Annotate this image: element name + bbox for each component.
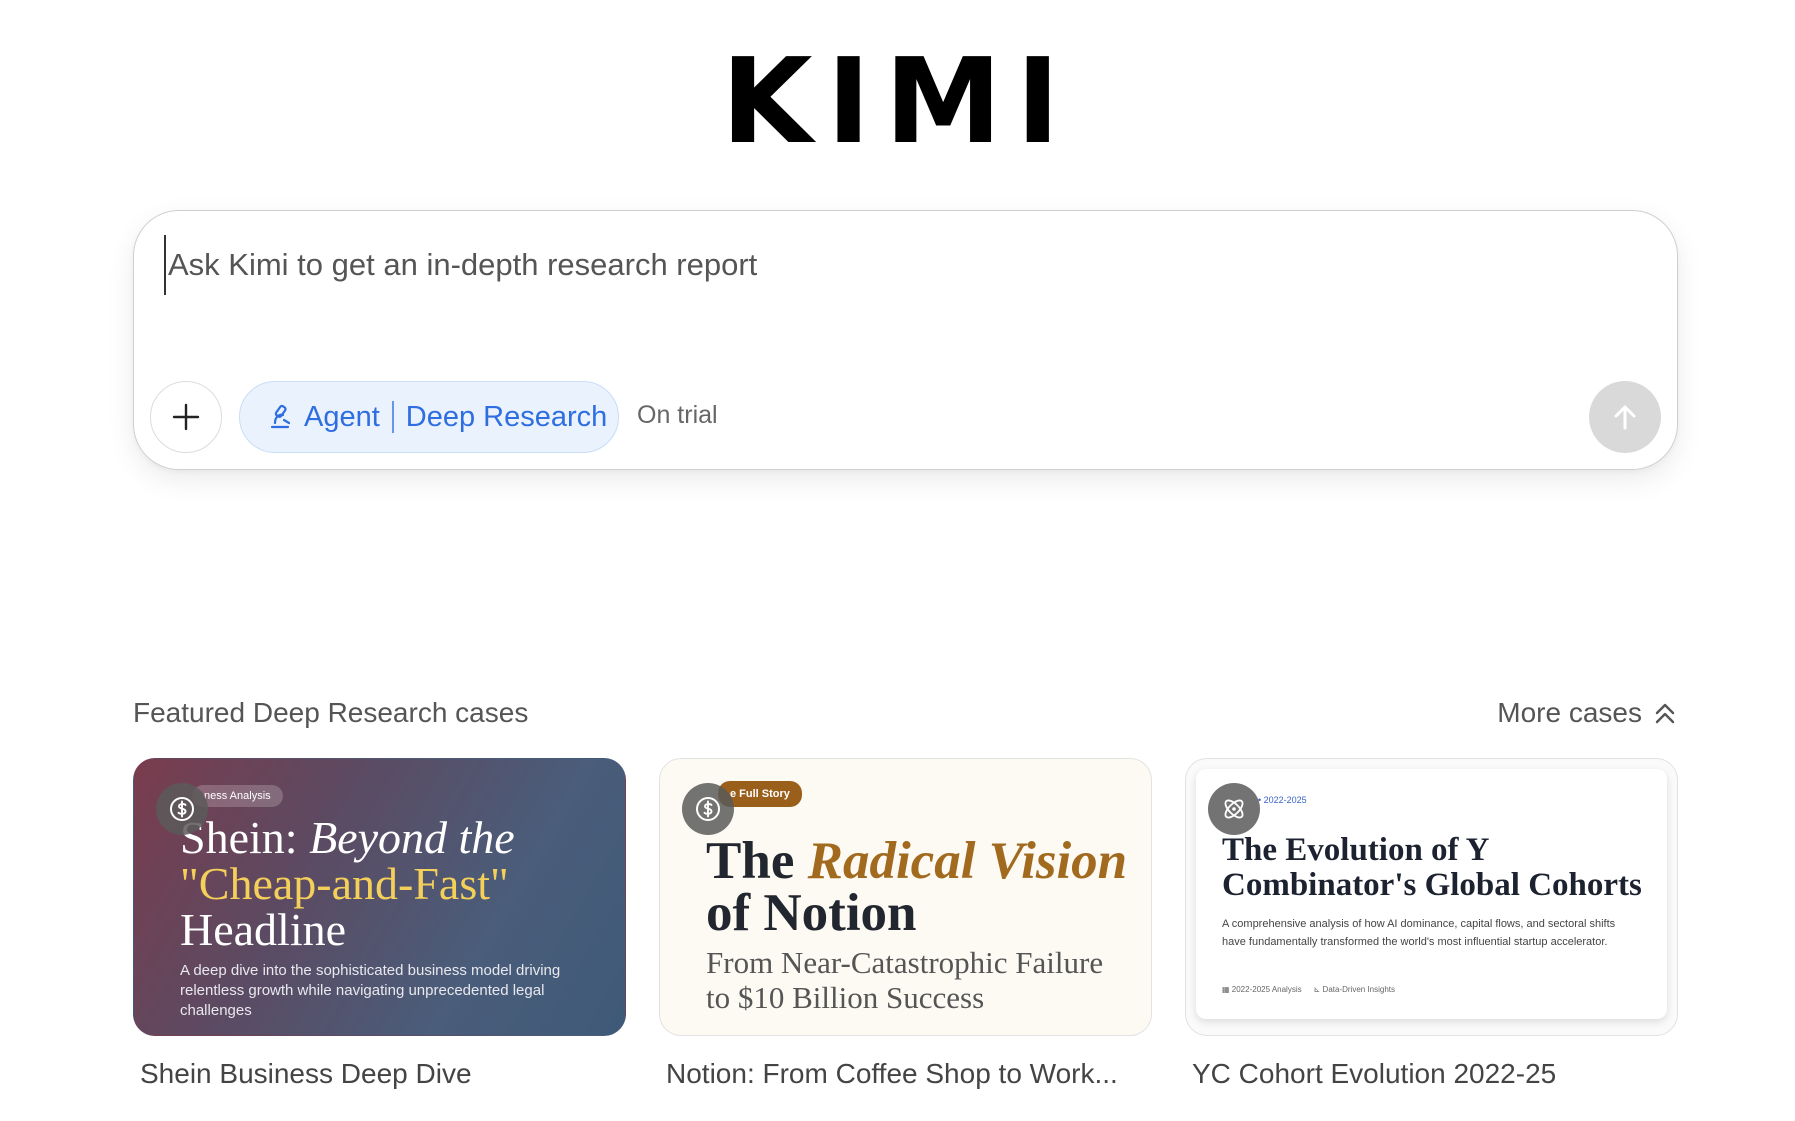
card-description: A comprehensive analysis of how AI domin…	[1222, 918, 1616, 948]
chart-meta: ⊾ Data-Driven Insights	[1313, 985, 1396, 994]
dollar-icon	[156, 783, 208, 835]
featured-section-title: Featured Deep Research cases	[133, 697, 529, 728]
case-caption-notion[interactable]: Notion: From Coffee Shop to Work...	[666, 1058, 1159, 1090]
case-card-shein[interactable]: ness Analysis Shein: Beyond the "Cheap-a…	[133, 758, 626, 1036]
case-card-notion[interactable]: e Full Story The Radical Vision of Notio…	[659, 758, 1152, 1036]
agent-label: Agent	[304, 400, 380, 433]
arrow-up-icon	[1614, 405, 1636, 430]
microscope-icon	[270, 404, 291, 429]
case-caption-yc[interactable]: YC Cohort Evolution 2022-25	[1192, 1058, 1685, 1090]
plus-icon	[172, 403, 200, 431]
more-cases-button[interactable]: More cases	[1497, 697, 1678, 729]
more-cases-label: More cases	[1497, 697, 1642, 728]
atom-icon	[1208, 783, 1260, 835]
case-caption-shein[interactable]: Shein Business Deep Dive	[140, 1058, 633, 1090]
card-title: The Radical Vision of Notion	[706, 832, 1128, 942]
mode-label: Deep Research	[405, 400, 608, 433]
calendar-meta: ▦ 2022-2025 Analysis	[1222, 985, 1302, 994]
case-card-yc[interactable]: • 2022-2025 The Evolution of Y Combinato…	[1185, 758, 1678, 1036]
card-title: The Evolution of Y Combinator's Global C…	[1222, 832, 1642, 903]
trial-label: On trial	[637, 401, 718, 429]
prompt-input[interactable]	[164, 235, 1644, 295]
card-subtitle: From Near-Catastrophic Failure to $10 Bi…	[706, 945, 1104, 1015]
card-tag: • 2022-2025	[1258, 795, 1307, 805]
kimi-logo: KIMI	[721, 32, 1074, 170]
double-chevron-up-icon	[1655, 703, 1675, 724]
send-button[interactable]	[1589, 381, 1661, 453]
add-attachment-button[interactable]	[150, 381, 222, 453]
mode-divider	[391, 401, 394, 433]
card-meta: ▦ 2022-2025 Analysis ⊾ Data-Driven Insig…	[1222, 985, 1395, 994]
dollar-icon	[682, 783, 734, 835]
card-description: A deep dive into the sophisticated busin…	[180, 962, 561, 1019]
prompt-box: Agent Deep Research On trial	[133, 210, 1678, 470]
deep-research-mode-button[interactable]: Agent Deep Research	[239, 381, 619, 453]
card-title: Shein: Beyond the "Cheap-and-Fast" Headl…	[180, 812, 515, 955]
